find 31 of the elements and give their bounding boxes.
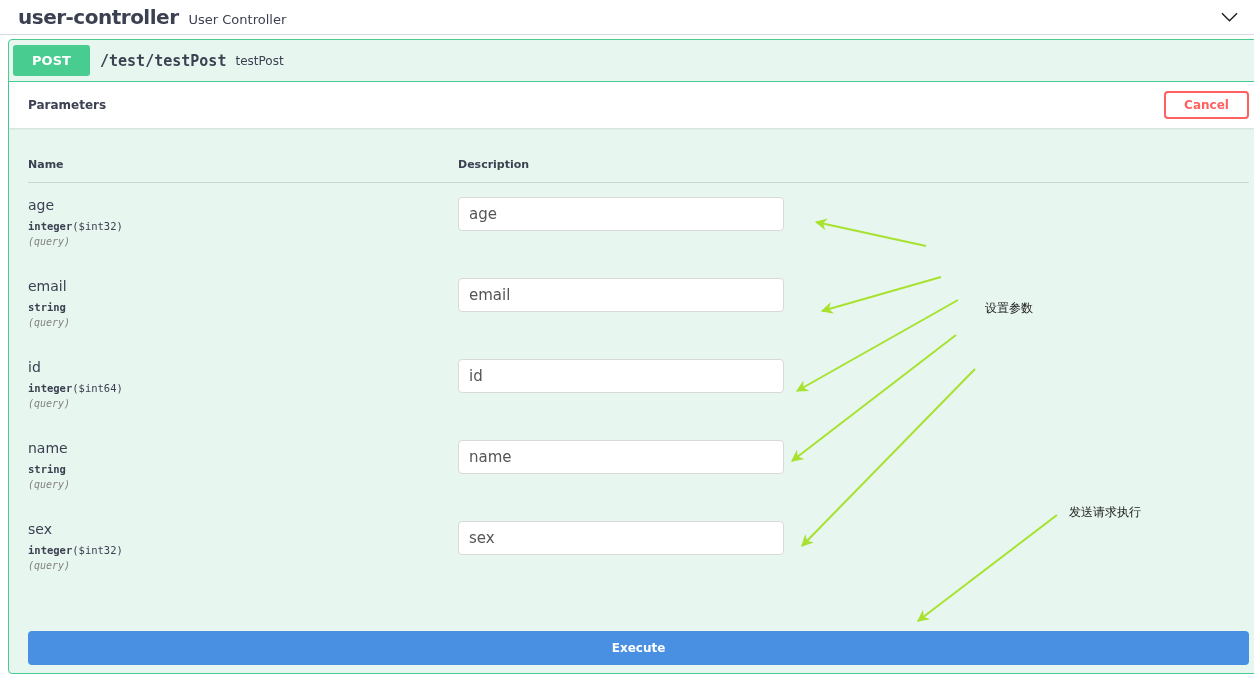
input-field[interactable]: name [458, 440, 784, 474]
parameter-location: (query) [28, 560, 72, 571]
parameter-type: string [28, 301, 67, 313]
parameter-name: name [28, 440, 69, 458]
parameter-name: id [28, 359, 42, 377]
parameter-type: integer($int32) [28, 220, 124, 232]
column-header: Name [28, 158, 65, 171]
section-title[interactable]: user-controller [18, 5, 179, 29]
endpoint-path[interactable]: /test/testPost [100, 51, 227, 70]
parameter-type: integer($int64) [28, 382, 124, 394]
input-field[interactable]: id [458, 359, 784, 393]
parameter-location: (query) [28, 398, 72, 409]
parameter-type: integer($int32) [28, 544, 124, 556]
method-badge: POST [13, 45, 90, 76]
parameter-name: email [28, 278, 68, 296]
section-description: User Controller [188, 12, 287, 27]
section-heading: Parameters [28, 98, 107, 112]
input-field[interactable]: age [458, 197, 784, 231]
parameter-location: (query) [28, 479, 72, 490]
chevron-icon[interactable] [1221, 12, 1238, 22]
input-field[interactable]: sex [458, 521, 784, 555]
parameter-location: (query) [28, 236, 72, 247]
annotation-label: 设置参数 [985, 300, 1033, 317]
input-field[interactable]: email [458, 278, 784, 312]
parameter-name: age [28, 197, 56, 215]
parameter-location: (query) [28, 317, 72, 328]
annotation-label: 发送请求执行 [1069, 504, 1141, 521]
parameter-type: string [28, 463, 67, 475]
operation-summary: testPost [235, 53, 284, 68]
parameter-name: sex [28, 521, 53, 539]
column-header: Description [458, 158, 530, 171]
